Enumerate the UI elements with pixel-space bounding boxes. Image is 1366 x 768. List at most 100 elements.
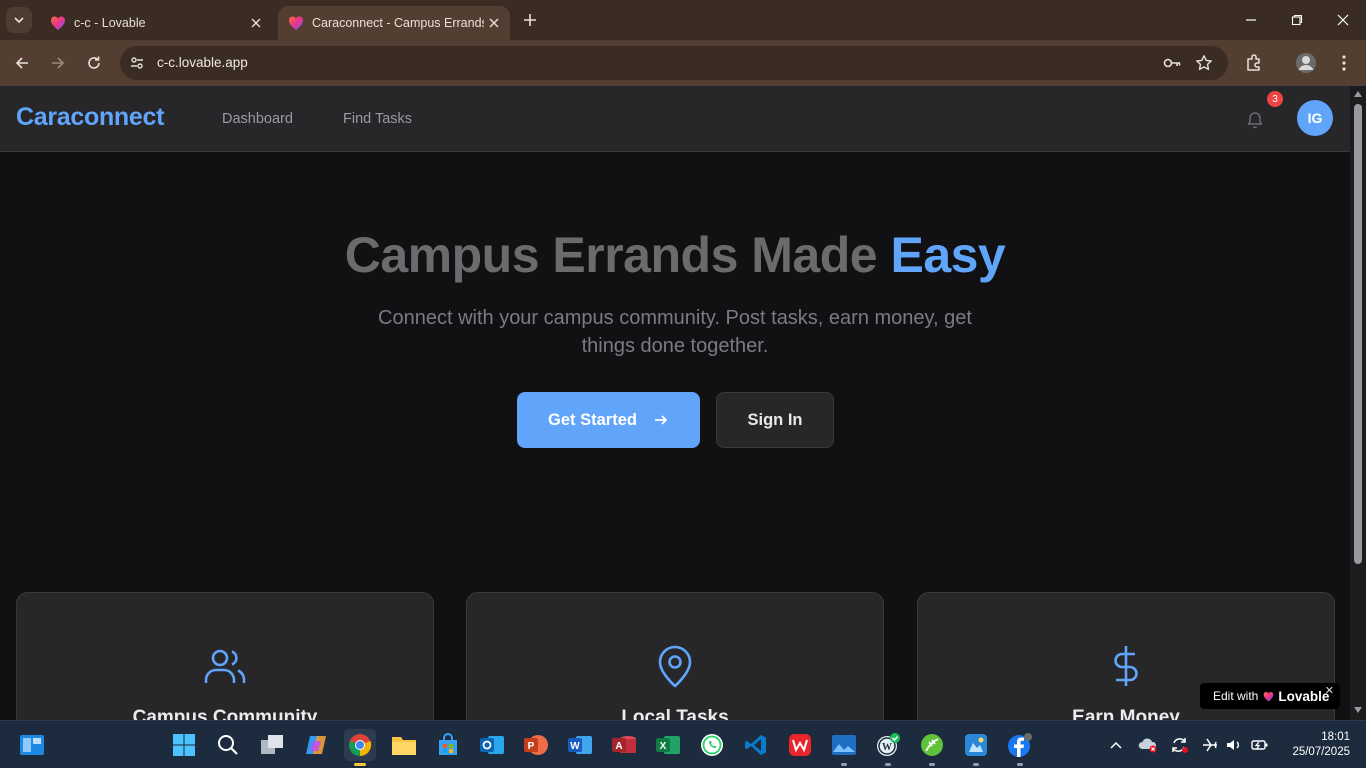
wps-button[interactable] (784, 729, 816, 761)
running-indicator (1017, 763, 1023, 766)
notification-badge: 3 (1267, 91, 1283, 107)
scrollbar-thumb[interactable] (1354, 104, 1362, 564)
widgets-icon (20, 735, 44, 755)
store-button[interactable] (432, 729, 464, 761)
back-button[interactable] (8, 49, 36, 77)
forward-button[interactable] (44, 49, 72, 77)
browser-tab-bar: c-c - Lovable Caraconnect - Campus Erran… (0, 0, 1366, 40)
outlook-icon (480, 736, 504, 754)
bookmark-star-icon[interactable] (1192, 51, 1216, 75)
leaf-app-icon (921, 734, 943, 756)
search-button[interactable] (212, 729, 244, 761)
password-key-icon[interactable] (1160, 51, 1184, 75)
update-tray-icon[interactable] (1170, 735, 1190, 755)
close-tab-icon[interactable] (486, 15, 502, 31)
tab-search-button[interactable] (6, 7, 32, 33)
app-logo[interactable]: Caraconnect (16, 103, 164, 132)
cloud-offline-icon (1138, 738, 1157, 753)
battery-tray-icon[interactable] (1250, 735, 1270, 755)
task-view-button[interactable] (256, 729, 288, 761)
close-tab-icon[interactable] (248, 15, 264, 31)
browser-menu-icon[interactable] (1332, 51, 1356, 75)
outlook-button[interactable] (476, 729, 508, 761)
browser-tab-caraconnect[interactable]: Caraconnect - Campus Errands (278, 6, 510, 40)
tab-title: c-c - Lovable (74, 16, 146, 30)
running-indicator (841, 763, 847, 766)
svg-text:W: W (882, 742, 892, 753)
word-button[interactable]: W (564, 729, 596, 761)
file-explorer-button[interactable] (388, 729, 420, 761)
app-navbar: Caraconnect Dashboard Find Tasks 3 IG (0, 86, 1350, 152)
access-icon: A (612, 736, 636, 753)
close-icon (1337, 14, 1349, 26)
badge-prefix: Edit with (1213, 689, 1259, 703)
airplane-mode-icon (1203, 738, 1217, 752)
feature-card-campus-community: Campus Community (16, 592, 434, 720)
taskbar-clock[interactable]: 18:01 25/07/2025 (1280, 730, 1350, 760)
page-content: Caraconnect Dashboard Find Tasks 3 IG Ca… (0, 86, 1350, 720)
vscode-button[interactable] (740, 729, 772, 761)
users-icon (204, 649, 246, 683)
plus-icon (524, 14, 536, 26)
wps-icon (789, 734, 811, 756)
tab-title: Caraconnect - Campus Errands (312, 16, 484, 30)
copilot-button[interactable] (300, 729, 332, 761)
photos-button[interactable] (828, 729, 860, 766)
chevron-up-icon (1110, 741, 1122, 749)
paint-icon (965, 734, 987, 756)
excel-button[interactable]: X (652, 729, 684, 761)
notification-button[interactable] (1244, 108, 1266, 130)
onedrive-tray-icon[interactable] (1138, 735, 1158, 755)
search-icon (218, 735, 238, 755)
volume-tray-icon[interactable] (1224, 735, 1244, 755)
extensions-icon[interactable] (1242, 51, 1266, 75)
wordpress-button[interactable]: W (872, 729, 904, 766)
user-avatar[interactable]: IG (1297, 100, 1333, 136)
network-tray-icon[interactable] (1200, 735, 1220, 755)
bell-icon (1247, 112, 1263, 129)
wordpress-icon: W (877, 733, 900, 756)
edit-with-lovable-badge[interactable]: Edit with Lovable ✕ (1200, 683, 1340, 709)
start-button[interactable] (168, 729, 200, 761)
show-hidden-icons-button[interactable] (1106, 735, 1126, 755)
restore-icon (1291, 14, 1303, 26)
sync-icon (1172, 738, 1188, 753)
feature-title: Local Tasks (621, 707, 729, 720)
widgets-button[interactable] (16, 729, 48, 761)
svg-text:P: P (528, 741, 535, 752)
browser-tab-lovable[interactable]: c-c - Lovable (40, 6, 272, 40)
minimize-button[interactable] (1228, 0, 1274, 40)
hero-title-main: Campus Errands Made (344, 227, 891, 283)
nav-link-find-tasks[interactable]: Find Tasks (343, 111, 412, 127)
new-tab-button[interactable] (520, 10, 540, 30)
arrow-left-icon (15, 57, 28, 69)
sign-in-label: Sign In (747, 410, 803, 429)
powerpoint-icon: P (524, 735, 548, 755)
scroll-up-icon[interactable] (1353, 90, 1363, 98)
nav-link-dashboard[interactable]: Dashboard (222, 111, 293, 127)
access-button[interactable]: A (608, 729, 640, 761)
scroll-down-icon[interactable] (1353, 706, 1363, 714)
get-started-button[interactable]: Get Started (517, 392, 700, 448)
profile-avatar-icon[interactable] (1294, 51, 1318, 75)
lovable-favicon-icon (289, 16, 303, 30)
sign-in-button[interactable]: Sign In (716, 392, 834, 448)
reload-icon (88, 56, 100, 69)
facebook-button[interactable] (1004, 729, 1036, 766)
battery-charging-icon (1251, 740, 1268, 750)
site-settings-icon[interactable] (129, 55, 145, 71)
volume-icon (1227, 740, 1239, 750)
reload-button[interactable] (80, 49, 108, 77)
address-bar[interactable]: c-c.lovable.app (120, 46, 1228, 80)
whatsapp-button[interactable] (696, 729, 728, 761)
paint-button[interactable] (960, 729, 992, 766)
powerpoint-button[interactable]: P (520, 729, 552, 761)
restore-button[interactable] (1274, 0, 1320, 40)
page-scrollbar[interactable] (1350, 86, 1366, 720)
maps-app-button[interactable] (916, 729, 948, 766)
hero-title: Campus Errands Made Easy (0, 226, 1350, 284)
close-window-button[interactable] (1320, 0, 1366, 40)
chrome-taskbar-button[interactable] (344, 729, 376, 766)
close-badge-icon[interactable]: ✕ (1325, 684, 1334, 697)
excel-icon: X (656, 736, 680, 754)
